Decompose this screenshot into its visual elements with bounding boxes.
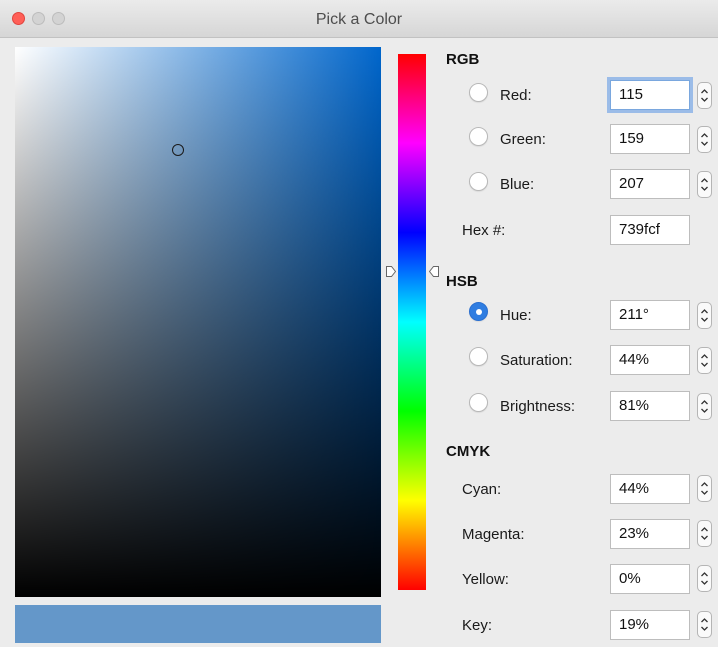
saturation-brightness-field[interactable] bbox=[15, 47, 381, 597]
key-label: Key: bbox=[462, 617, 493, 634]
cyan-stepper[interactable] bbox=[697, 475, 712, 502]
up-down-chevrons-icon bbox=[701, 309, 708, 322]
red-label: Red: bbox=[500, 87, 532, 104]
hue-label: Hue: bbox=[500, 307, 532, 324]
brightness-label: Brightness: bbox=[500, 398, 576, 415]
hue-slider[interactable] bbox=[398, 54, 426, 590]
key-field[interactable]: 19% bbox=[610, 610, 690, 640]
up-down-chevrons-icon bbox=[701, 400, 708, 413]
cmyk-heading: CMYK bbox=[446, 443, 491, 460]
hex-label: Hex #: bbox=[462, 222, 506, 239]
up-down-chevrons-icon bbox=[701, 527, 708, 540]
brightness-field[interactable]: 81% bbox=[610, 391, 690, 421]
hue-field[interactable]: 211° bbox=[610, 300, 690, 330]
saturation-label: Saturation: bbox=[500, 352, 573, 369]
hex-field[interactable]: 739fcf bbox=[610, 215, 690, 245]
brightness-stepper[interactable] bbox=[697, 393, 712, 420]
blue-radio[interactable] bbox=[469, 172, 488, 191]
up-down-chevrons-icon bbox=[701, 618, 708, 631]
red-radio[interactable] bbox=[469, 83, 488, 102]
cyan-label: Cyan: bbox=[462, 481, 502, 498]
saturation-field[interactable]: 44% bbox=[610, 345, 690, 375]
selected-color-swatch bbox=[15, 605, 381, 643]
hue-stepper[interactable] bbox=[697, 302, 712, 329]
brightness-radio[interactable] bbox=[469, 393, 488, 412]
magenta-label: Magenta: bbox=[462, 526, 525, 543]
blue-label: Blue: bbox=[500, 176, 535, 193]
green-radio[interactable] bbox=[469, 127, 488, 146]
green-stepper[interactable] bbox=[697, 126, 712, 153]
yellow-label: Yellow: bbox=[462, 571, 509, 588]
saturation-radio[interactable] bbox=[469, 347, 488, 366]
hsb-heading: HSB bbox=[446, 273, 478, 290]
blue-stepper[interactable] bbox=[697, 171, 712, 198]
yellow-stepper[interactable] bbox=[697, 565, 712, 592]
red-stepper[interactable] bbox=[697, 82, 712, 109]
up-down-chevrons-icon bbox=[701, 133, 708, 146]
magenta-stepper[interactable] bbox=[697, 520, 712, 547]
window-title: Pick a Color bbox=[315, 11, 403, 28]
yellow-field[interactable]: 0% bbox=[610, 564, 690, 594]
hue-radio[interactable] bbox=[469, 302, 488, 321]
up-down-chevrons-icon bbox=[701, 482, 708, 495]
up-down-chevrons-icon bbox=[701, 178, 708, 191]
blue-field[interactable]: 207 bbox=[610, 169, 690, 199]
title-bar: Pick a Color bbox=[0, 0, 718, 38]
key-stepper[interactable] bbox=[697, 611, 712, 638]
up-down-chevrons-icon bbox=[701, 354, 708, 367]
up-down-chevrons-icon bbox=[701, 572, 708, 585]
color-picker-cursor-icon[interactable] bbox=[172, 144, 184, 156]
green-label: Green: bbox=[500, 131, 546, 148]
saturation-stepper[interactable] bbox=[697, 347, 712, 374]
red-field[interactable]: 115 bbox=[610, 80, 690, 110]
rgb-heading: RGB bbox=[446, 51, 480, 68]
hue-marker-left-icon[interactable] bbox=[386, 266, 396, 277]
magenta-field[interactable]: 23% bbox=[610, 519, 690, 549]
hue-marker-right-icon[interactable] bbox=[429, 266, 439, 277]
green-field[interactable]: 159 bbox=[610, 124, 690, 154]
cyan-field[interactable]: 44% bbox=[610, 474, 690, 504]
up-down-chevrons-icon bbox=[701, 89, 708, 102]
